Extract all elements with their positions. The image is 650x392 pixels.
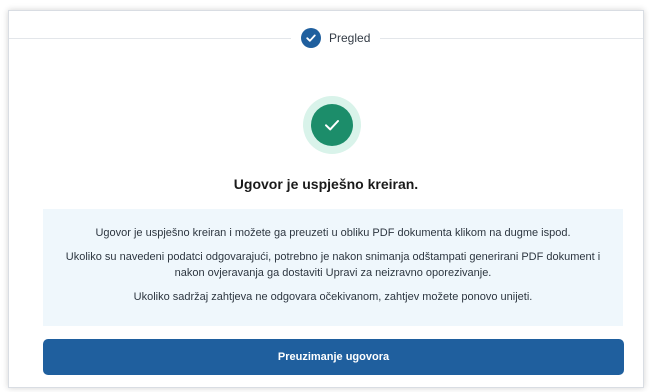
- download-contract-button[interactable]: Preuzimanje ugovora: [43, 339, 624, 375]
- stepper-step-review: Pregled: [291, 26, 381, 50]
- success-check-icon: [311, 104, 353, 146]
- info-paragraph: Ukoliko su navedeni podatci odgovarajući…: [65, 251, 601, 279]
- step-label: Pregled: [329, 31, 371, 45]
- result-panel: Pregled Ugovor je uspješno kreiran. Ugov…: [8, 10, 644, 388]
- success-indicator: [303, 96, 361, 154]
- info-paragraph: Ukoliko sadržaj zahtjeva ne odgovara oče…: [133, 291, 533, 303]
- info-paragraph: Ugovor je uspješno kreiran i možete ga p…: [95, 227, 571, 239]
- success-headline: Ugovor je uspješno kreiran.: [233, 176, 419, 192]
- check-icon: [301, 28, 321, 48]
- info-box: Ugovor je uspješno kreiran i možete ga p…: [43, 209, 623, 326]
